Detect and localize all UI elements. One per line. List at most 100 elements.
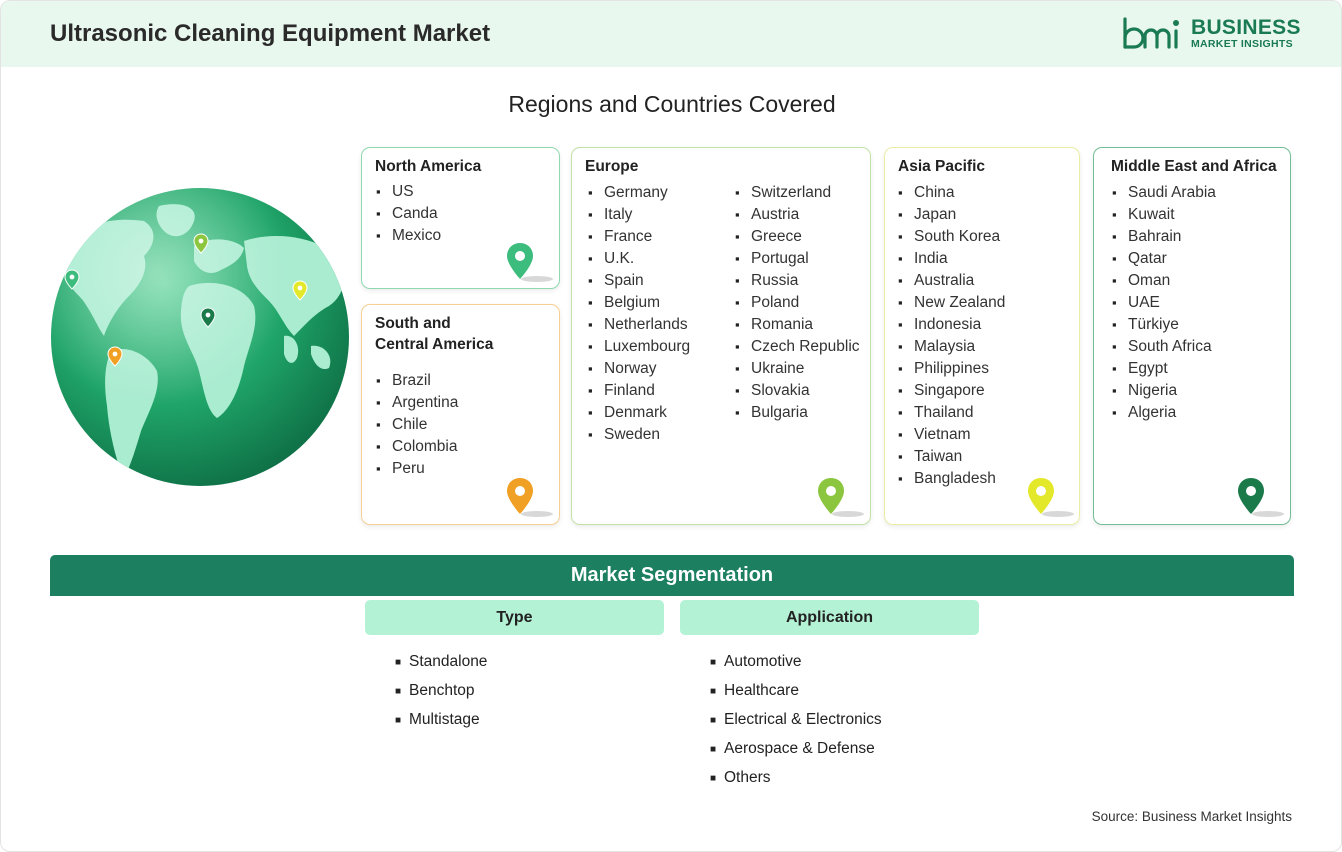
- list-item: Automotive: [710, 648, 882, 677]
- list-item: Australia: [898, 270, 1005, 292]
- list-item: Canda: [376, 203, 441, 225]
- region-title: Asia Pacific: [898, 158, 986, 175]
- list-item: Poland: [735, 292, 860, 314]
- list-item: Germany: [588, 182, 690, 204]
- list-item: Russia: [735, 270, 860, 292]
- segment-list-type: Standalone Benchtop Multistage: [395, 648, 487, 735]
- list-item: Electrical & Electronics: [710, 706, 882, 735]
- location-pin-icon: [507, 478, 553, 517]
- list-item: Norway: [588, 358, 690, 380]
- list-item: Spain: [588, 270, 690, 292]
- list-item: South Korea: [898, 226, 1005, 248]
- country-list: Brazil Argentina Chile Colombia Peru: [376, 370, 458, 480]
- infographic-frame: Ultrasonic Cleaning Equipment Market BUS…: [0, 0, 1342, 852]
- logo-text-market-insights: MARKET INSIGHTS: [1191, 38, 1293, 50]
- list-item: Mexico: [376, 225, 441, 247]
- company-logo: BUSINESS MARKET INSIGHTS: [1121, 16, 1300, 52]
- list-item: Bahrain: [1112, 226, 1216, 248]
- location-pin-icon: [1028, 478, 1074, 517]
- list-item: Luxembourg: [588, 336, 690, 358]
- region-card-south-central-america: South and Central America Brazil Argenti…: [361, 304, 560, 525]
- list-item: Standalone: [395, 648, 487, 677]
- segmentation-title-bar: Market Segmentation: [50, 555, 1294, 596]
- list-item: Brazil: [376, 370, 458, 392]
- region-title: Europe: [585, 158, 639, 175]
- location-pin-icon: [818, 478, 864, 517]
- list-item: U.K.: [588, 248, 690, 270]
- list-item: Saudi Arabia: [1112, 182, 1216, 204]
- list-item: Algeria: [1112, 402, 1216, 424]
- country-list: China Japan South Korea India Australia …: [898, 182, 1005, 490]
- list-item: Healthcare: [710, 677, 882, 706]
- list-item: Türkiye: [1112, 314, 1216, 336]
- globe-icon: [51, 188, 349, 486]
- bmi-logo-icon: [1123, 17, 1179, 49]
- list-item: Japan: [898, 204, 1005, 226]
- list-item: Colombia: [376, 436, 458, 458]
- list-item: China: [898, 182, 1005, 204]
- list-item: Oman: [1112, 270, 1216, 292]
- region-card-north-america: North America US Canda Mexico: [361, 147, 560, 289]
- country-list-col1: Germany Italy France U.K. Spain Belgium …: [588, 182, 690, 446]
- list-item: Greece: [735, 226, 860, 248]
- list-item: Aerospace & Defense: [710, 735, 882, 764]
- region-card-middle-east-africa: Middle East and Africa Saudi Arabia Kuwa…: [1093, 147, 1291, 525]
- region-title: Middle East and Africa: [1111, 158, 1277, 175]
- region-title: South and Central America: [375, 315, 494, 353]
- list-item: Argentina: [376, 392, 458, 414]
- list-item: Chile: [376, 414, 458, 436]
- list-item: Thailand: [898, 402, 1005, 424]
- regions-title: Regions and Countries Covered: [508, 91, 836, 117]
- list-item: Kuwait: [1112, 204, 1216, 226]
- list-item: UAE: [1112, 292, 1216, 314]
- list-item: Czech Republic: [735, 336, 860, 358]
- segment-header-type: Type: [365, 600, 664, 635]
- list-item: New Zealand: [898, 292, 1005, 314]
- list-item: Indonesia: [898, 314, 1005, 336]
- list-item: Malaysia: [898, 336, 1005, 358]
- list-item: Ukraine: [735, 358, 860, 380]
- region-title: North America: [375, 158, 482, 175]
- page-title: Ultrasonic Cleaning Equipment Market: [50, 20, 491, 47]
- country-list: US Canda Mexico: [376, 181, 441, 247]
- list-item: South Africa: [1112, 336, 1216, 358]
- list-item: Others: [710, 764, 882, 793]
- list-item: Nigeria: [1112, 380, 1216, 402]
- list-item: Multistage: [395, 706, 487, 735]
- list-item: Belgium: [588, 292, 690, 314]
- list-item: US: [376, 181, 441, 203]
- list-item: Peru: [376, 458, 458, 480]
- location-pin-icon: [1238, 478, 1284, 517]
- list-item: Benchtop: [395, 677, 487, 706]
- list-item: Austria: [735, 204, 860, 226]
- logo-text-business: BUSINESS: [1191, 16, 1301, 39]
- list-item: Italy: [588, 204, 690, 226]
- location-pin-icon: [507, 243, 553, 282]
- list-item: Bulgaria: [735, 402, 860, 424]
- list-item: Netherlands: [588, 314, 690, 336]
- country-list-col2: Switzerland Austria Greece Portugal Russ…: [735, 182, 860, 424]
- list-item: Singapore: [898, 380, 1005, 402]
- list-item: Portugal: [735, 248, 860, 270]
- list-item: Denmark: [588, 402, 690, 424]
- source-note: Source: Business Market Insights: [1091, 809, 1292, 824]
- segment-header-application: Application: [680, 600, 979, 635]
- segment-list-application: Automotive Healthcare Electrical & Elect…: [710, 648, 882, 793]
- header-bar: Ultrasonic Cleaning Equipment Market BUS…: [1, 1, 1341, 67]
- list-item: Finland: [588, 380, 690, 402]
- region-card-europe: Europe Germany Italy France U.K. Spain B…: [571, 147, 871, 525]
- list-item: Switzerland: [735, 182, 860, 204]
- list-item: France: [588, 226, 690, 248]
- list-item: Romania: [735, 314, 860, 336]
- list-item: Bangladesh: [898, 468, 1005, 490]
- list-item: Philippines: [898, 358, 1005, 380]
- list-item: Slovakia: [735, 380, 860, 402]
- region-card-asia-pacific: Asia Pacific China Japan South Korea Ind…: [884, 147, 1080, 525]
- list-item: Sweden: [588, 424, 690, 446]
- list-item: Vietnam: [898, 424, 1005, 446]
- list-item: Qatar: [1112, 248, 1216, 270]
- country-list: Saudi Arabia Kuwait Bahrain Qatar Oman U…: [1112, 182, 1216, 424]
- list-item: India: [898, 248, 1005, 270]
- list-item: Taiwan: [898, 446, 1005, 468]
- list-item: Egypt: [1112, 358, 1216, 380]
